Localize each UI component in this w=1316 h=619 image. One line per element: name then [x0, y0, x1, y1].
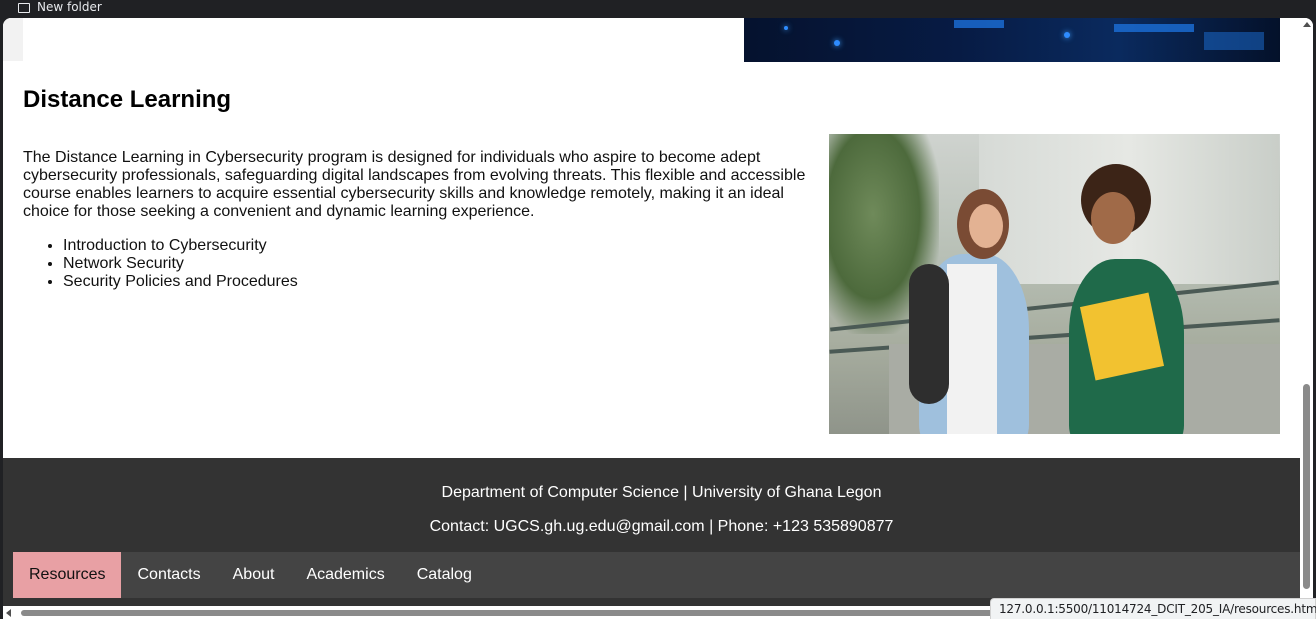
footer-nav: Resources Contacts About Academics Catal… — [13, 552, 1300, 598]
vertical-scroll-thumb[interactable] — [1303, 384, 1310, 589]
link-status-bubble: 127.0.0.1:5500/11014724_DCIT_205_IA/reso… — [990, 598, 1316, 619]
scroll-left-arrow-icon[interactable] — [6, 609, 11, 617]
nav-academics[interactable]: Academics — [290, 552, 400, 598]
section-title: Distance Learning — [23, 86, 232, 113]
nav-resources[interactable]: Resources — [13, 552, 122, 598]
nav-about[interactable]: About — [217, 552, 291, 598]
previous-section-remnant — [3, 18, 23, 61]
topic-list: Introduction to Cybersecurity Network Se… — [63, 237, 298, 291]
horizontal-scroll-thumb[interactable] — [21, 610, 1001, 616]
nav-contacts[interactable]: Contacts — [121, 552, 216, 598]
students-photo — [829, 134, 1280, 434]
nav-catalog[interactable]: Catalog — [401, 552, 488, 598]
section-description: The Distance Learning in Cybersecurity p… — [23, 149, 806, 220]
list-item: Security Policies and Procedures — [63, 273, 298, 291]
bookmarks-bar: New folder — [0, 0, 1316, 18]
bookmark-label: New folder — [37, 0, 102, 14]
list-item: Network Security — [63, 255, 298, 273]
vertical-scrollbar[interactable] — [1300, 18, 1313, 601]
scroll-up-arrow-icon[interactable] — [1303, 22, 1311, 27]
site-footer: Department of Computer Science | Univers… — [3, 458, 1300, 619]
bookmark-new-folder[interactable]: New folder — [18, 0, 102, 18]
cybersecurity-banner-image — [744, 18, 1280, 62]
folder-icon — [18, 3, 30, 13]
page-viewport: Distance Learning The Distance Learning … — [3, 18, 1313, 619]
footer-department: Department of Computer Science | Univers… — [441, 484, 882, 501]
footer-contact: Contact: UGCS.gh.ug.edu@gmail.com | Phon… — [429, 518, 894, 535]
list-item: Introduction to Cybersecurity — [63, 237, 298, 255]
